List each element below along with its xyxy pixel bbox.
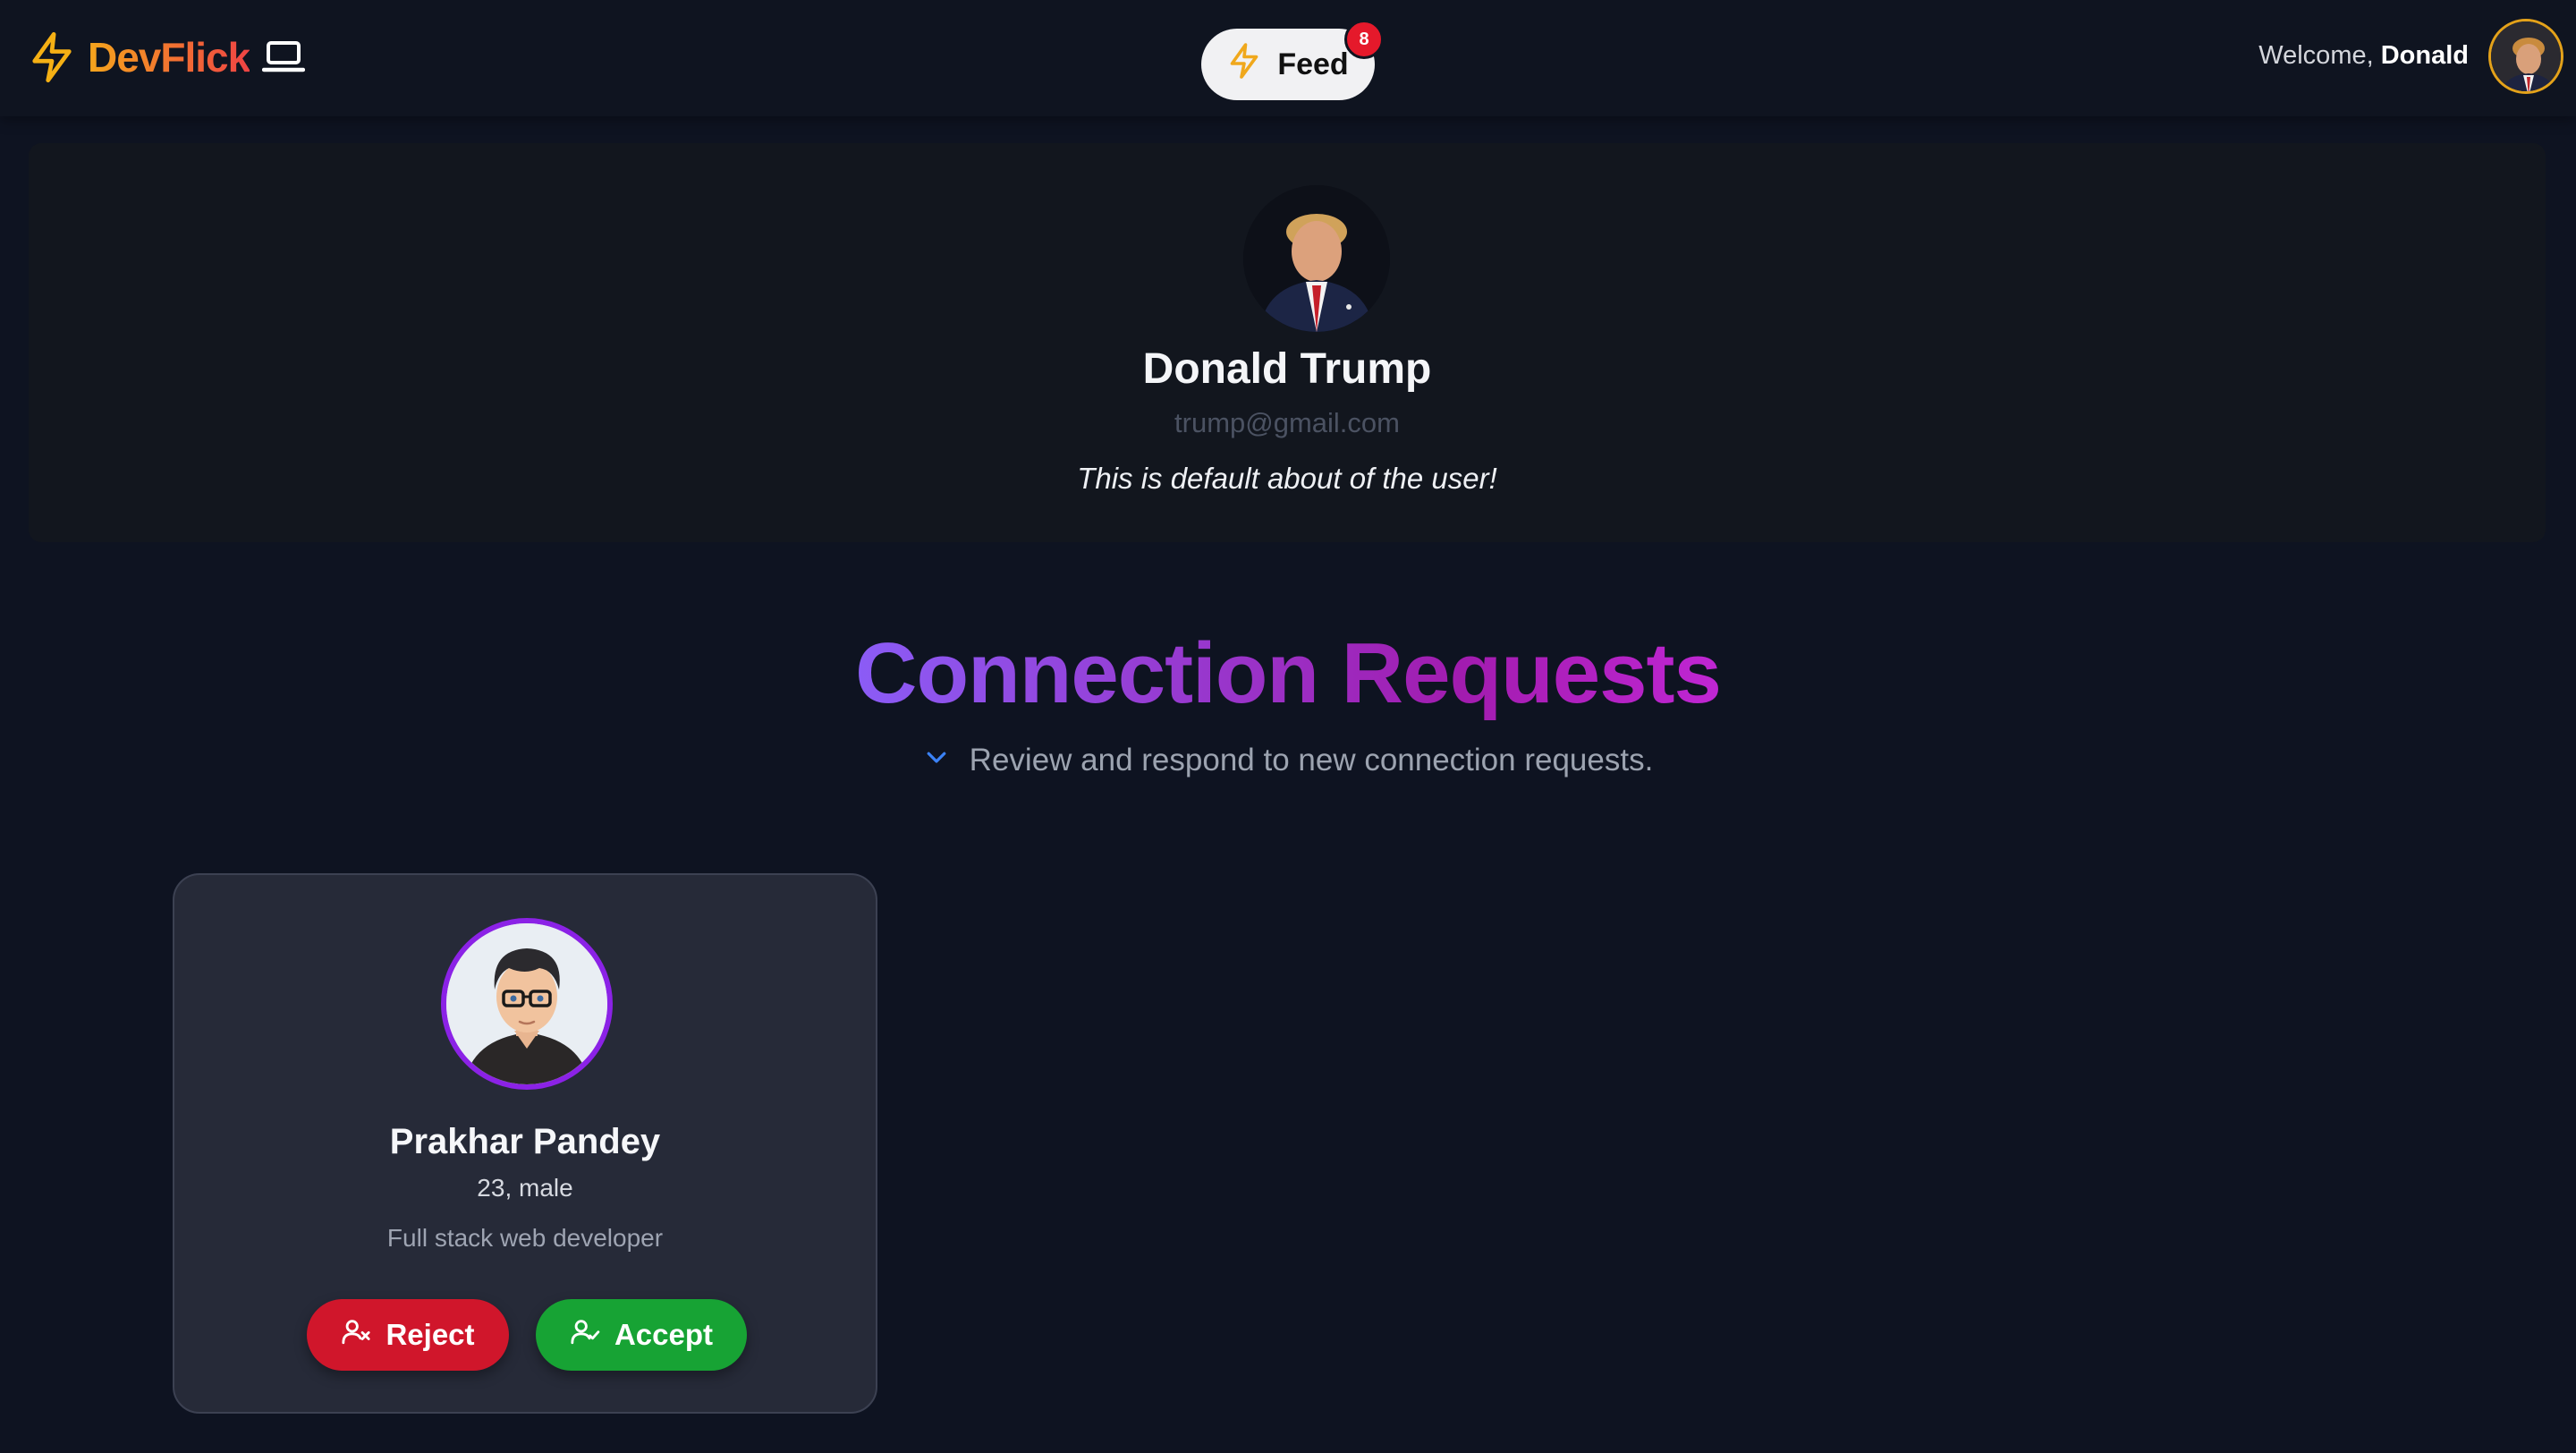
request-avatar [441,918,613,1090]
chevron-down-icon [923,743,950,778]
profile-name: Donald Trump [1142,345,1432,393]
page: DevFlick Feed 8 Welcome, Donald Donald T… [0,0,2576,1453]
request-card: Prakhar Pandey 23, male Full stack web d… [173,873,877,1414]
profile-avatar [1243,185,1390,332]
section-subtitle: Review and respond to new connection req… [0,743,2576,778]
lightning-bolt-icon [29,30,75,84]
reject-button[interactable]: Reject [307,1299,509,1371]
reject-label: Reject [386,1318,475,1351]
request-about: Full stack web developer [386,1224,664,1252]
request-age-gender: 23, male [477,1174,573,1202]
user-x-icon [341,1316,371,1354]
profile-about: This is default about of the user! [1077,462,1497,495]
notification-badge: 8 [1344,20,1384,59]
profile-email: trump@gmail.com [1174,407,1400,438]
welcome-username: Donald [2380,41,2469,70]
feed-label: Feed [1277,47,1349,81]
laptop-icon [262,38,306,77]
brand-name: DevFlick [88,34,250,81]
navbar: DevFlick Feed 8 Welcome, Donald [0,0,2576,116]
accept-label: Accept [614,1318,714,1351]
profile-card: Donald Trump trump@gmail.com This is def… [29,143,2546,542]
welcome-text: Welcome, Donald [2258,41,2469,73]
user-check-icon [570,1316,600,1354]
user-avatar[interactable] [2488,19,2563,94]
lightning-bolt-icon [1227,42,1261,88]
welcome-prefix: Welcome, [2258,41,2374,70]
brand-logo[interactable]: DevFlick [29,30,306,84]
accept-button[interactable]: Accept [536,1299,747,1371]
section-title: Connection Requests [855,625,1722,721]
section-subtitle-text: Review and respond to new connection req… [969,743,1654,777]
request-name: Prakhar Pandey [389,1122,661,1161]
